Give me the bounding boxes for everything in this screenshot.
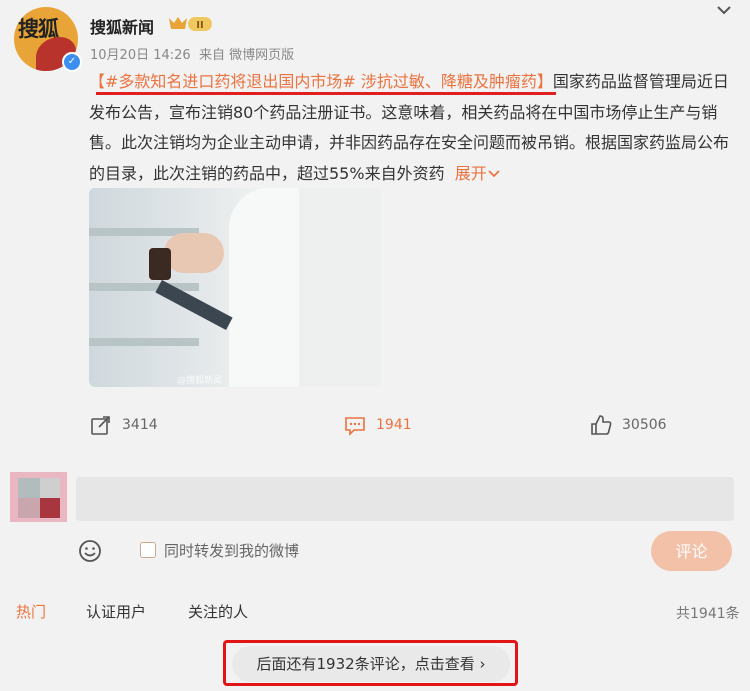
post-date[interactable]: 10月20日 14:26 [90,48,191,63]
comment-submit-button[interactable]: 评论 [651,531,732,571]
thumbs-up-icon [591,415,612,435]
tab-verified[interactable]: 认证用户 [86,601,146,622]
expand-chevron-icon [488,169,500,177]
post-source: 来自 微博网页版 [198,48,295,63]
chevron-down-icon[interactable] [716,2,732,18]
emoji-icon[interactable] [78,539,102,563]
forward-count: 3414 [122,417,158,433]
post-text: 【#多款知名进口药将退出国内市场# 涉抗过敏、降糖及肿瘤药】国家药品监督管理局近… [89,67,734,189]
avatar-tile [40,478,60,498]
like-action[interactable]: 30506 [590,414,667,436]
hand [164,233,224,273]
medicine-bottle [149,248,171,280]
comment-action[interactable]: 1941 [344,414,412,436]
comment-total: 共1941条 [676,606,740,622]
hashtag-link[interactable]: 【#多款知名进口药将退出国内市场# [89,72,356,91]
verified-icon: ✓ [62,52,82,72]
like-count: 30506 [622,417,667,433]
tab-following[interactable]: 关注的人 [188,601,248,622]
avatar-tile [40,498,60,518]
image-watermark: @搜狐新闻 [177,376,223,386]
forward-option-label: 同时转发到我的微博 [164,542,300,560]
shelf [89,283,199,291]
tab-hot[interactable]: 热门 [16,601,46,622]
comment-count: 1941 [376,417,412,433]
post-image[interactable]: @搜狐新闻 [89,188,382,387]
forward-checkbox[interactable] [140,542,156,558]
post-topic: 涉抗过敏、降糖及肿瘤药】 [355,72,553,91]
account-name[interactable]: 搜狐新闻 [90,14,154,38]
avatar-tile [18,478,40,498]
share-icon [91,416,110,435]
shelf [89,338,199,346]
post-meta: 10月20日 14:26 来自 微博网页版 [90,44,294,63]
expand-link[interactable]: 展开 [455,164,501,183]
expand-label: 展开 [454,163,487,183]
lab-coat [299,188,382,387]
more-comments-button[interactable]: 后面还有1932条评论，点击查看 › [232,646,510,682]
comment-input[interactable] [76,477,734,521]
user-avatar[interactable] [10,472,67,522]
member-badge-icon[interactable]: II [167,15,213,33]
avatar-tile [18,498,40,518]
annotation-underline [96,92,556,95]
badge-level: II [196,20,203,31]
comment-icon [345,417,365,436]
forward-action[interactable]: 3414 [90,414,158,436]
